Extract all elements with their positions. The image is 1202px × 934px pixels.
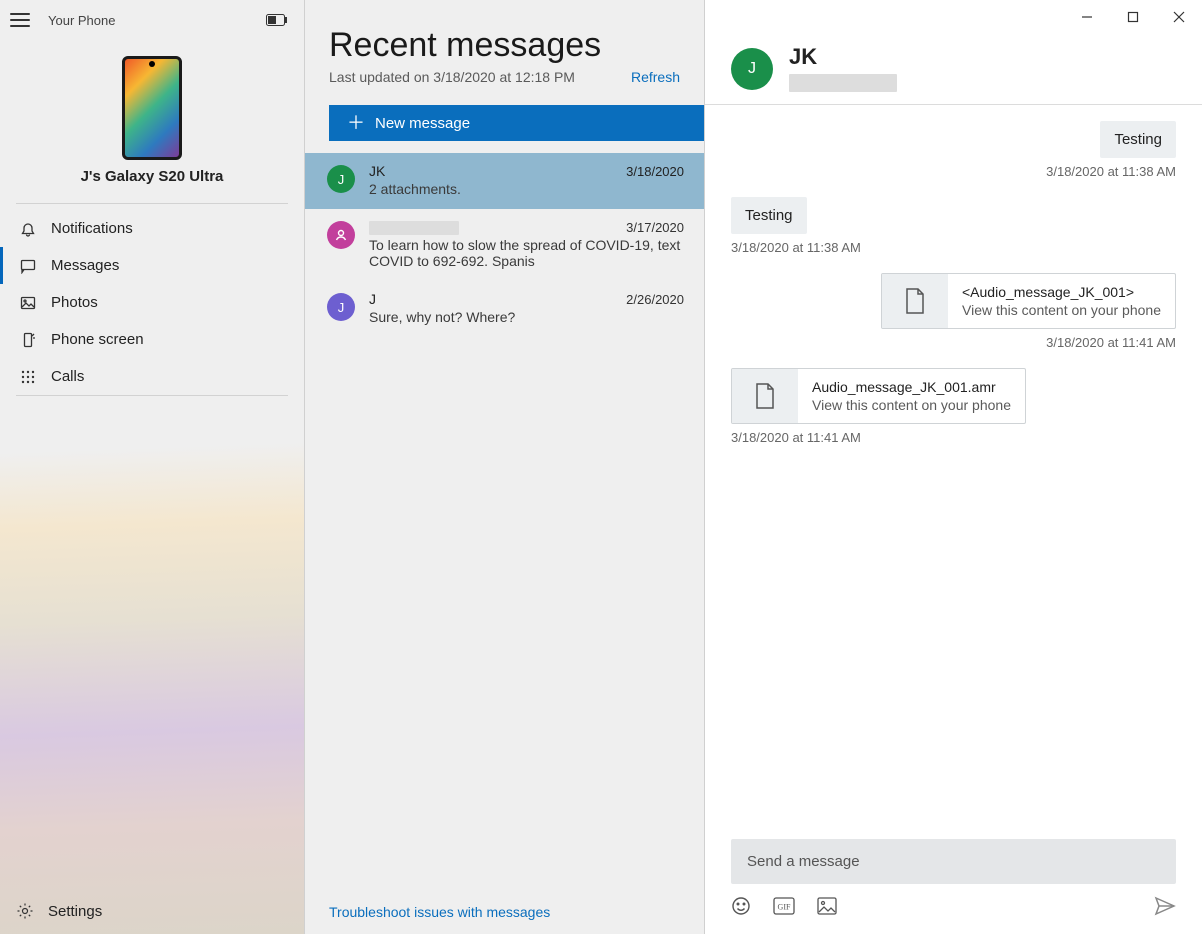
phone-screen-icon <box>19 332 37 348</box>
emoji-icon[interactable] <box>731 896 751 916</box>
refresh-link[interactable]: Refresh <box>631 69 680 85</box>
message-timestamp: 3/18/2020 at 11:41 AM <box>731 430 861 445</box>
sidebar-item-settings[interactable]: Settings <box>0 888 304 934</box>
conversation-preview: Sure, why not? Where? <box>369 309 684 325</box>
message-row: Testing 3/18/2020 at 11:38 AM <box>731 197 1176 255</box>
attachment-card[interactable]: <Audio_message_JK_001> View this content … <box>881 273 1176 329</box>
chat-header: J JK <box>705 34 1202 105</box>
conversation-date: 3/17/2020 <box>626 220 684 235</box>
bell-icon <box>19 221 37 237</box>
attachment-subtitle: View this content on your phone <box>962 302 1161 318</box>
attachment-card[interactable]: Audio_message_JK_001.amr View this conten… <box>731 368 1026 424</box>
sidebar-item-notifications[interactable]: Notifications <box>0 210 304 247</box>
chat-icon <box>19 258 37 274</box>
conversation-item[interactable]: J JK 3/18/2020 2 attachments. <box>305 153 704 209</box>
conversation-item[interactable]: 3/17/2020 To learn how to slow the spread… <box>305 209 704 281</box>
window-controls <box>705 0 1202 34</box>
message-row: <Audio_message_JK_001> View this content … <box>731 273 1176 350</box>
app-title: Your Phone <box>48 13 115 28</box>
file-icon <box>882 274 948 328</box>
device-name: J's Galaxy S20 Ultra <box>0 168 304 185</box>
nav-label: Messages <box>51 257 119 274</box>
divider <box>16 395 288 396</box>
nav-label: Photos <box>51 294 98 311</box>
troubleshoot-link[interactable]: Troubleshoot issues with messages <box>305 890 704 934</box>
nav-label: Phone screen <box>51 331 144 348</box>
composer-area: Send a message GIF <box>705 839 1202 934</box>
dialpad-icon <box>19 369 37 385</box>
sidebar-item-messages[interactable]: Messages <box>0 247 304 284</box>
attachment-subtitle: View this content on your phone <box>812 397 1011 413</box>
message-row: Audio_message_JK_001.amr View this conten… <box>731 368 1176 445</box>
message-input[interactable]: Send a message <box>731 839 1176 884</box>
send-button[interactable] <box>1154 896 1176 916</box>
message-timestamp: 3/18/2020 at 11:38 AM <box>1046 164 1176 179</box>
gear-icon <box>16 902 34 920</box>
message-timestamp: 3/18/2020 at 11:41 AM <box>1046 335 1176 350</box>
conversation-date: 3/18/2020 <box>626 164 684 179</box>
image-icon[interactable] <box>817 897 837 915</box>
messages-header: Recent messages Last updated on 3/18/202… <box>305 0 704 91</box>
minimize-button[interactable] <box>1064 0 1110 34</box>
sidebar-item-calls[interactable]: Calls <box>0 358 304 395</box>
photo-icon <box>19 295 37 311</box>
settings-label: Settings <box>48 903 102 920</box>
conversation-name <box>369 219 459 235</box>
new-message-button[interactable]: ＋ New message <box>329 105 704 141</box>
sidebar: Your Phone J's Galaxy S20 Ultra Notifica… <box>0 0 305 934</box>
conversation-preview: 2 attachments. <box>369 181 684 197</box>
conversation-item[interactable]: JJ 2/26/2020 Sure, why not? Where? <box>305 281 704 337</box>
contact-avatar: J <box>731 48 773 90</box>
conversation-list: J JK 3/18/2020 2 attachments. 3/17/2020 To le… <box>305 153 704 890</box>
plus-icon: ＋ <box>347 114 365 132</box>
messages-heading: Recent messages <box>329 26 680 65</box>
conversation-name: J <box>369 291 376 307</box>
conversation-avatar: J <box>327 293 355 321</box>
gif-icon[interactable]: GIF <box>773 897 795 915</box>
contact-name: JK <box>789 44 897 70</box>
message-row: Testing 3/18/2020 at 11:38 AM <box>731 121 1176 179</box>
new-message-label: New message <box>375 115 470 132</box>
divider <box>16 203 288 204</box>
attachment-title: Audio_message_JK_001.amr <box>812 379 1011 395</box>
sidebar-item-photos[interactable]: Photos <box>0 284 304 321</box>
file-icon <box>732 369 798 423</box>
sidebar-item-phone-screen[interactable]: Phone screen <box>0 321 304 358</box>
device-image <box>122 56 182 160</box>
nav-label: Calls <box>51 368 84 385</box>
nav-label: Notifications <box>51 220 133 237</box>
message-bubble: Testing <box>731 197 807 234</box>
conversation-avatar: J <box>327 165 355 193</box>
maximize-button[interactable] <box>1110 0 1156 34</box>
conversation-preview: To learn how to slow the spread of COVID… <box>369 237 684 269</box>
message-timestamp: 3/18/2020 at 11:38 AM <box>731 240 861 255</box>
battery-icon <box>266 14 288 26</box>
messages-column: Recent messages Last updated on 3/18/202… <box>305 0 705 934</box>
last-updated-text: Last updated on 3/18/2020 at 12:18 PM <box>329 69 575 85</box>
contact-subtext-redacted <box>789 74 897 92</box>
attachment-title: <Audio_message_JK_001> <box>962 284 1161 300</box>
hamburger-icon[interactable] <box>10 13 30 27</box>
message-bubble: Testing <box>1100 121 1176 158</box>
titlebar-left: Your Phone <box>0 0 304 40</box>
nav-list: Notifications Messages Photos Phone scre… <box>0 210 304 395</box>
conversation-date: 2/26/2020 <box>626 292 684 307</box>
close-button[interactable] <box>1156 0 1202 34</box>
chat-body[interactable]: Testing 3/18/2020 at 11:38 AM Testing 3/18/… <box>705 111 1202 839</box>
conversation-avatar <box>327 221 355 249</box>
svg-text:GIF: GIF <box>778 903 791 912</box>
chat-pane: J JK Testing3/18/2020 at 11:38 AMTesting… <box>705 0 1202 934</box>
conversation-name: JK <box>369 163 385 179</box>
